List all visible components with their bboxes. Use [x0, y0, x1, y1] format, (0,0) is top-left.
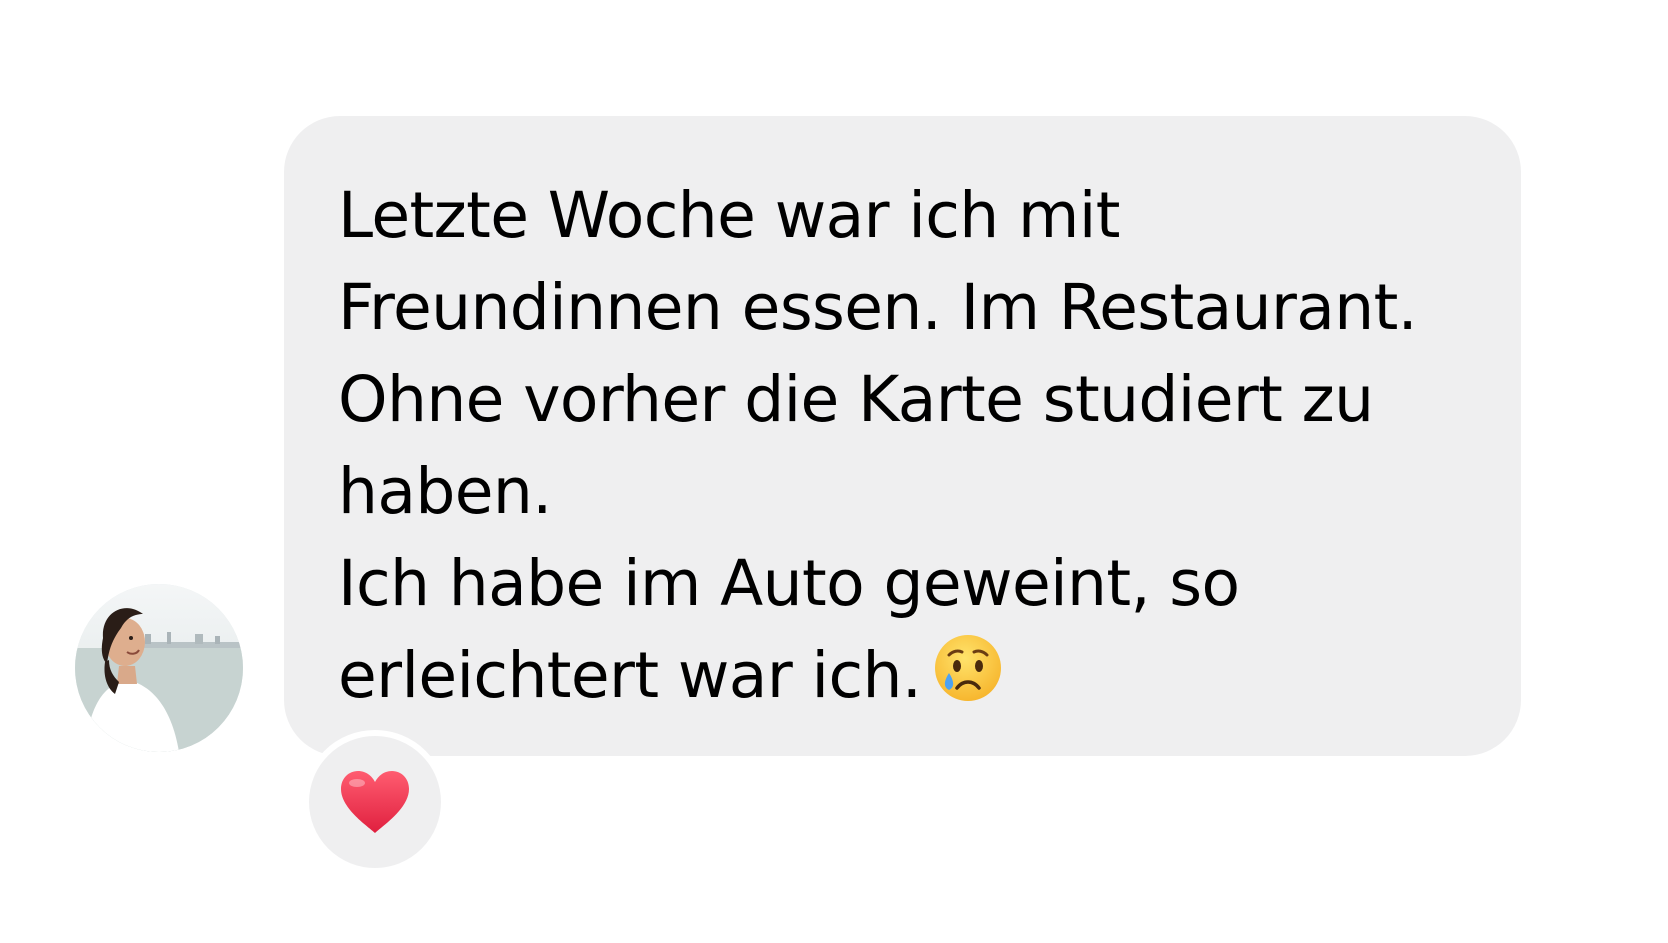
- message-bubble[interactable]: Letzte Woche war ich mit Freundinnen ess…: [284, 116, 1521, 756]
- message-line-text: erleichtert war ich.: [338, 639, 922, 712]
- reaction-badge[interactable]: [303, 730, 447, 874]
- red-heart-icon: [341, 771, 409, 833]
- message-line: Ich habe im Auto geweint, so: [338, 547, 1240, 620]
- sender-avatar[interactable]: [75, 584, 243, 752]
- message-line-last: erleichtert war ich.: [338, 630, 1481, 722]
- message-line: Letzte Woche war ich mit: [338, 179, 1120, 252]
- message-line: Freundinnen essen. Im Restaurant.: [338, 271, 1418, 344]
- avatar-photo: [75, 584, 243, 752]
- chat-view: Letzte Woche war ich mit Freundinnen ess…: [0, 0, 1668, 943]
- message-line: Ohne vorher die Karte studiert zu: [338, 363, 1374, 436]
- crying-face-icon: [935, 635, 1002, 701]
- message-line: haben.: [338, 455, 552, 528]
